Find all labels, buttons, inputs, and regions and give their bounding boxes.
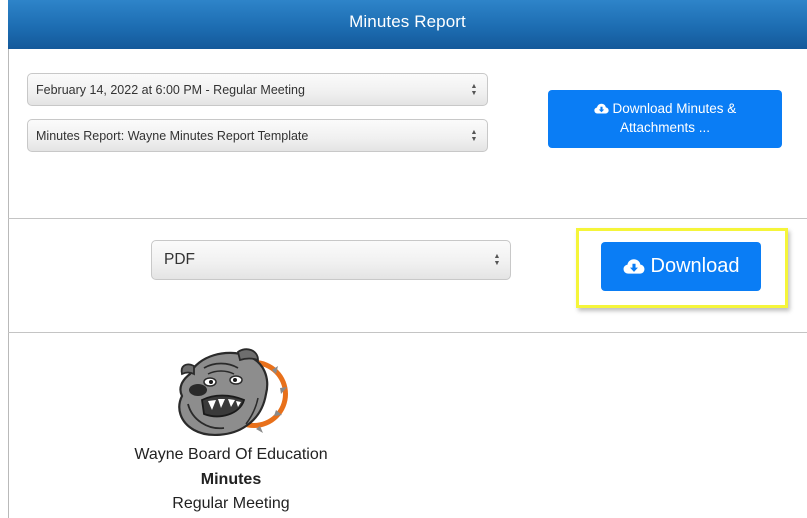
page-title: Minutes Report	[349, 11, 466, 31]
cloud-download-icon	[623, 258, 644, 274]
format-select[interactable]: PDF ▲ ▼	[151, 240, 511, 280]
minutes-report-page: Minutes Report February 14, 2022 at 6:00…	[0, 0, 807, 518]
meeting-type: Regular Meeting	[172, 495, 290, 512]
download-minutes-label-line1: Download Minutes &	[612, 101, 737, 116]
panel-left-border	[8, 0, 9, 518]
up-down-arrows-icon: ▲ ▼	[493, 253, 501, 267]
template-select[interactable]: Minutes Report: Wayne Minutes Report Tem…	[27, 119, 488, 152]
download-button[interactable]: Download	[601, 242, 761, 291]
meeting-select-value: February 14, 2022 at 6:00 PM - Regular M…	[36, 82, 305, 97]
cloud-download-icon	[594, 104, 609, 114]
document-type: Minutes	[200, 471, 262, 488]
template-select-value: Minutes Report: Wayne Minutes Report Tem…	[36, 128, 309, 143]
meeting-select[interactable]: February 14, 2022 at 6:00 PM - Regular M…	[27, 73, 488, 106]
header-bar: Minutes Report	[8, 0, 807, 49]
up-down-arrows-icon: ▲ ▼	[470, 128, 478, 143]
bulldog-logo	[178, 348, 288, 436]
up-down-arrows-icon: ▲ ▼	[470, 82, 478, 97]
format-select-value: PDF	[164, 251, 195, 268]
section-divider	[8, 332, 807, 333]
download-button-label: Download	[650, 255, 740, 277]
organization-name: Wayne Board Of Education	[134, 446, 328, 463]
download-minutes-label-line2: Attachments ...	[619, 120, 711, 135]
download-minutes-attachments-button[interactable]: Download Minutes & Attachments ...	[548, 90, 782, 148]
section-divider	[8, 218, 807, 219]
